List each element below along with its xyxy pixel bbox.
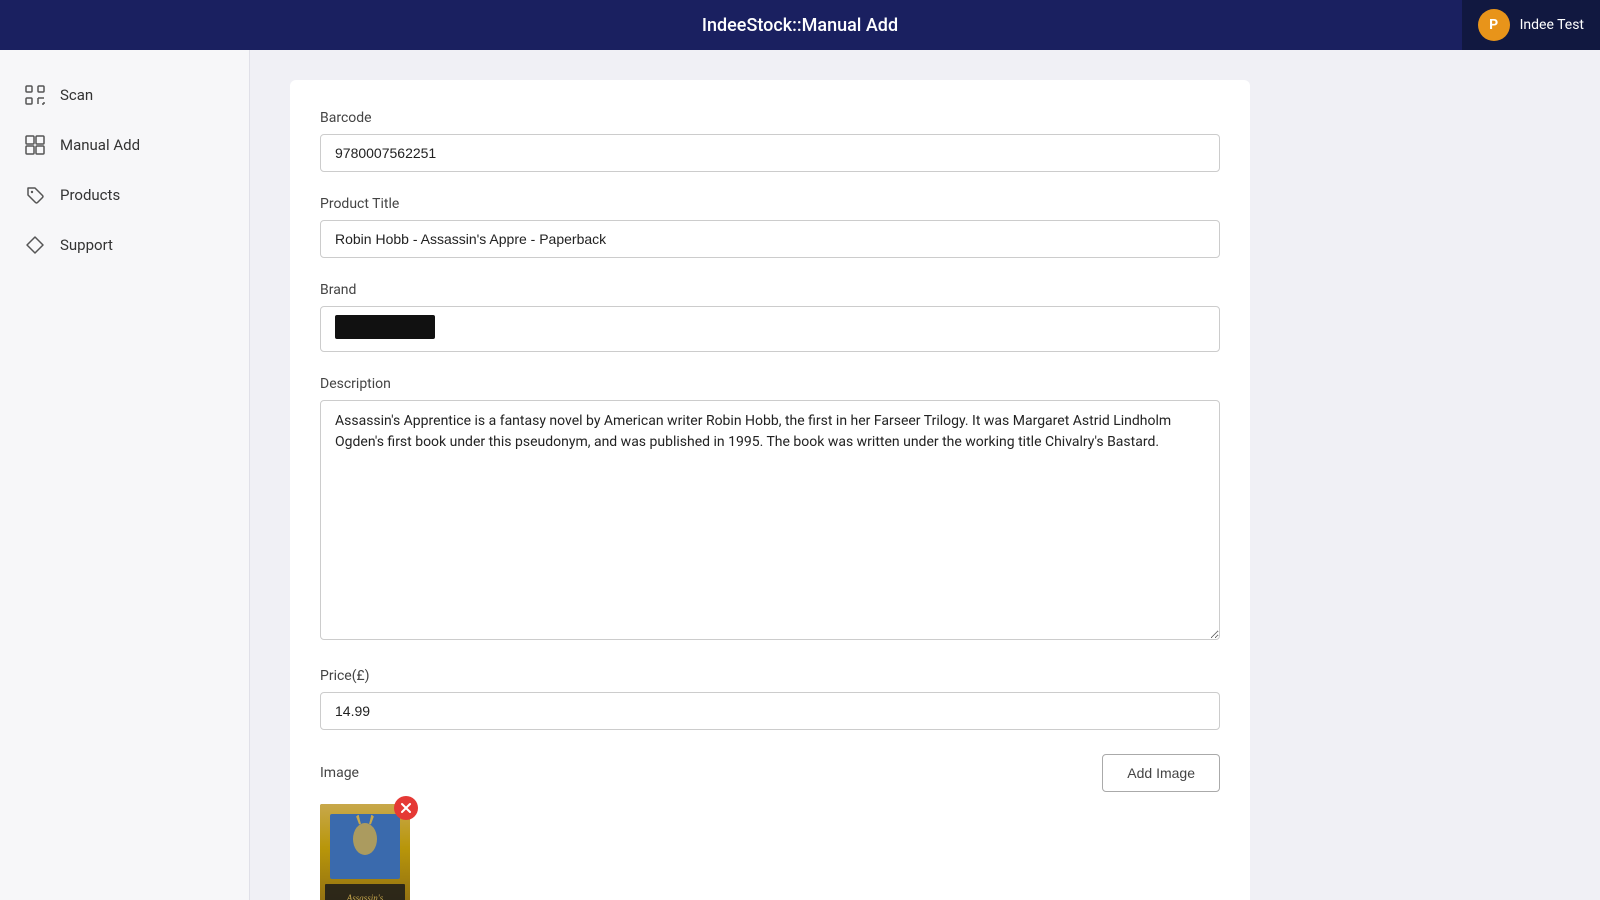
barcode-group: Barcode [320, 110, 1220, 172]
avatar: P [1478, 9, 1510, 41]
brand-group: Brand [320, 282, 1220, 352]
barcode-input[interactable] [320, 134, 1220, 172]
tag-icon [24, 184, 46, 206]
image-label-row: Image Add Image [320, 754, 1220, 792]
diamond-icon [24, 234, 46, 256]
scan-icon [24, 84, 46, 106]
image-item: Assassin's [320, 804, 410, 900]
image-section: Assassin's [320, 804, 1220, 900]
grid-icon [24, 134, 46, 156]
user-menu[interactable]: P Indee Test [1462, 0, 1600, 50]
add-image-button[interactable]: Add Image [1102, 754, 1220, 792]
product-title-input[interactable] [320, 220, 1220, 258]
sidebar-item-manual-add-label: Manual Add [60, 136, 140, 154]
barcode-label: Barcode [320, 110, 1220, 126]
user-name: Indee Test [1520, 17, 1584, 33]
layout: Scan Manual Add Products [0, 50, 1600, 900]
sidebar-item-scan[interactable]: Scan [0, 70, 249, 120]
topbar: IndeeStock::Manual Add P Indee Test [0, 0, 1600, 50]
description-textarea[interactable]: Assassin's Apprentice is a fantasy novel… [320, 400, 1220, 640]
svg-text:Assassin's: Assassin's [346, 893, 384, 900]
product-title-group: Product Title [320, 196, 1220, 258]
sidebar-item-products-label: Products [60, 186, 120, 204]
brand-label: Brand [320, 282, 1220, 298]
sidebar-item-manual-add[interactable]: Manual Add [0, 120, 249, 170]
image-wrapper: Assassin's [320, 804, 410, 900]
topbar-title: IndeeStock::Manual Add [702, 15, 898, 36]
sidebar: Scan Manual Add Products [0, 50, 250, 900]
sidebar-item-scan-label: Scan [60, 86, 93, 104]
description-label: Description [320, 376, 1220, 392]
main-content: Barcode Product Title Brand Description … [250, 50, 1600, 900]
image-group: Image Add Image [320, 754, 1220, 900]
brand-black-bar [335, 315, 435, 339]
remove-image-button[interactable] [394, 796, 418, 820]
sidebar-item-support-label: Support [60, 236, 113, 254]
price-label: Price(£) [320, 668, 1220, 684]
product-title-label: Product Title [320, 196, 1220, 212]
price-group: Price(£) [320, 668, 1220, 730]
sidebar-item-support[interactable]: Support [0, 220, 249, 270]
form-card: Barcode Product Title Brand Description … [290, 80, 1250, 900]
price-input[interactable] [320, 692, 1220, 730]
book-thumbnail: Assassin's [320, 804, 410, 900]
brand-input-container[interactable] [320, 306, 1220, 352]
sidebar-item-products[interactable]: Products [0, 170, 249, 220]
description-group: Description Assassin's Apprentice is a f… [320, 376, 1220, 644]
image-label: Image [320, 765, 359, 781]
